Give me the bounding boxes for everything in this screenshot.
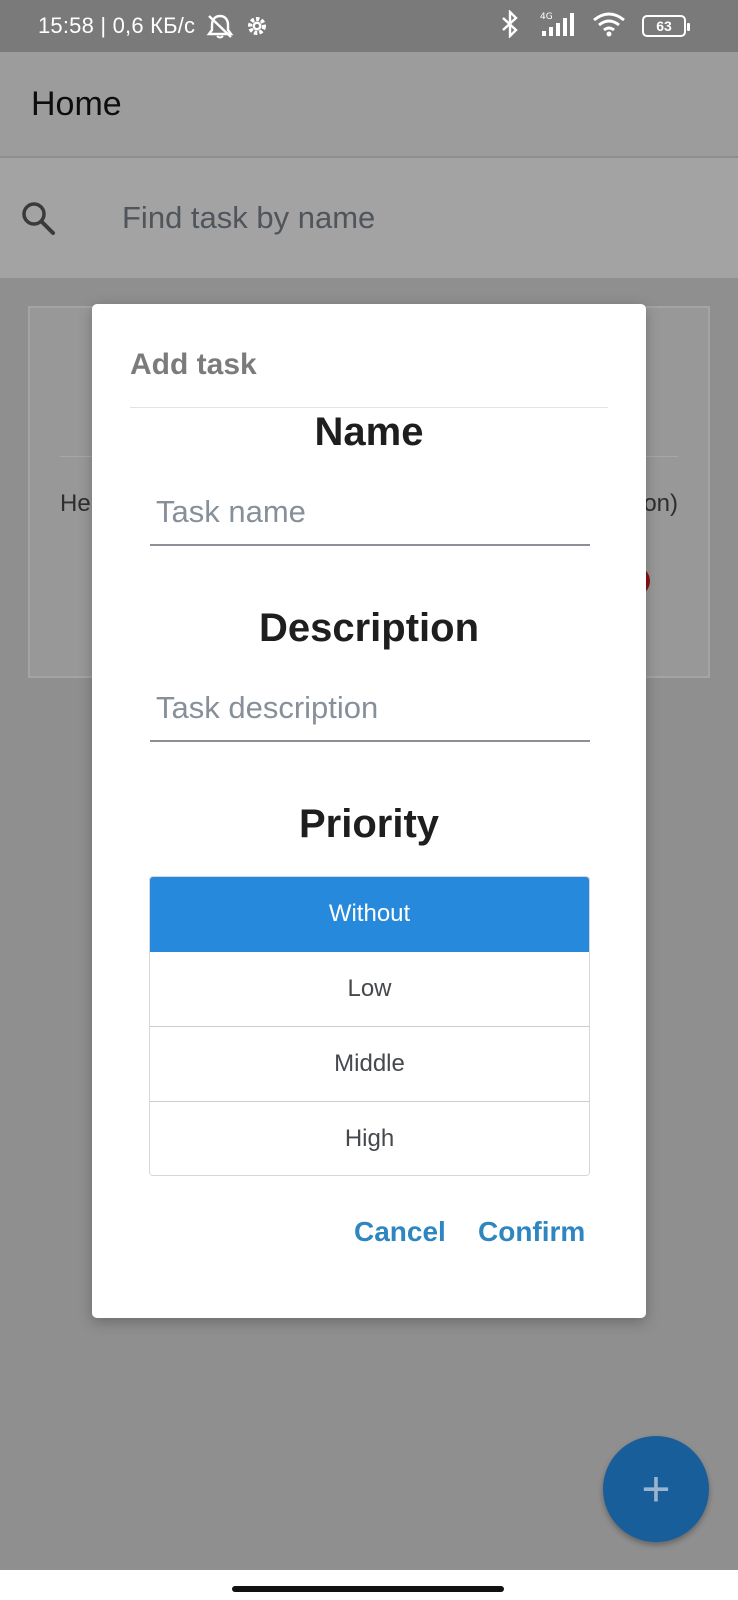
dialog-title: Add task [130, 348, 257, 381]
add-task-fab-button[interactable]: + [603, 1436, 709, 1542]
home-gesture-handle[interactable] [232, 1586, 504, 1592]
priority-option-low[interactable]: Low [150, 952, 589, 1027]
dialog-divider [130, 407, 608, 408]
priority-option-high[interactable]: High [150, 1102, 589, 1175]
network-type-label: 4G [540, 12, 553, 22]
app-bar: Home [0, 52, 738, 158]
alarm-off-icon [205, 13, 235, 39]
name-label: Name [314, 410, 424, 454]
task-description-input[interactable] [150, 676, 590, 742]
priority-selector: Without Low Middle High [149, 876, 590, 1176]
confirm-button[interactable]: Confirm [478, 1216, 585, 1248]
priority-label: Priority [298, 802, 440, 846]
status-left: 15:58 | 0,6 КБ/с [38, 0, 269, 52]
search-icon[interactable] [20, 200, 56, 241]
description-label: Description [258, 606, 480, 650]
add-task-dialog: Add task Name Description Priority Witho… [92, 304, 646, 1318]
battery-icon: 63 [642, 15, 690, 37]
cellular-signal-icon: 4G [536, 10, 576, 43]
status-time: 15:58 | 0,6 КБ/с [38, 13, 196, 38]
battery-level: 63 [656, 18, 672, 34]
cancel-button[interactable]: Cancel [354, 1216, 446, 1248]
priority-option-middle[interactable]: Middle [150, 1027, 589, 1102]
status-right: 4G 63 [500, 0, 690, 52]
task-name-input[interactable] [150, 480, 590, 546]
priority-option-without[interactable]: Without [150, 877, 589, 952]
search-bar [0, 158, 738, 278]
task-card-text-left: He [60, 490, 91, 517]
bluetooth-icon [500, 8, 520, 43]
page-title: Home [31, 85, 122, 123]
task-card-text-right: on) [643, 490, 678, 517]
wifi-icon [592, 11, 626, 42]
status-bar: 15:58 | 0,6 КБ/с 4G 63 [0, 0, 738, 52]
navigation-bar [0, 1570, 738, 1600]
settings-gear-icon [245, 14, 269, 38]
search-input[interactable] [122, 194, 682, 242]
